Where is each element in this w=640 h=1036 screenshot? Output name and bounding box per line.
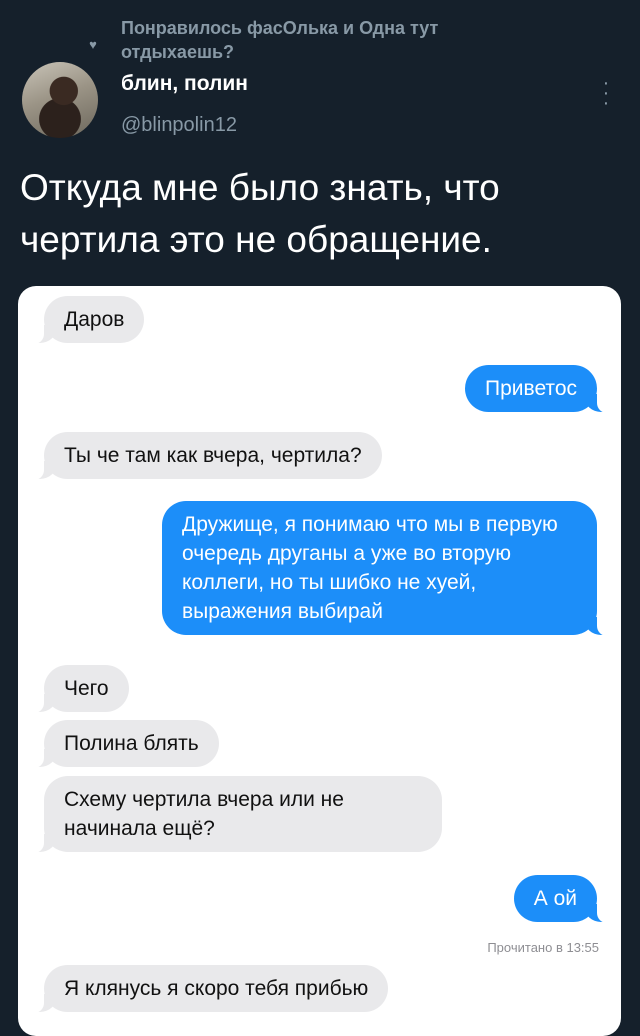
- tweet-text: Откуда мне было знать, что чертила это н…: [20, 167, 500, 260]
- more-vertical-icon[interactable]: · · ·: [600, 73, 612, 113]
- heart-icon: ♥: [89, 37, 97, 52]
- author-handle[interactable]: @blinpolin12: [121, 114, 237, 137]
- chat-message-in: Ты че там как вчера, чертила?: [34, 432, 382, 480]
- chat-message-out: Приветос: [465, 365, 607, 413]
- chat-message-out: Дружище, я понимаю что мы в первую очере…: [162, 501, 607, 636]
- chat-message-in: Я клянусь я скоро тебя прибью: [33, 965, 389, 1013]
- chat-message-in: Полина блять: [34, 720, 219, 768]
- liked-by-text: Понравилось фасОлька и Одна тут отдыхаеш…: [121, 18, 439, 62]
- chat-message-in: Схему чертила вчера или не начинала ещё?: [34, 776, 442, 853]
- attached-chat-screenshot[interactable]: Даров Приветос Ты че там как вчера, черт…: [18, 286, 621, 1036]
- avatar[interactable]: [22, 62, 98, 138]
- chat-message-in: Чего: [34, 665, 129, 713]
- read-receipt: Прочитано в 13:55: [487, 940, 599, 955]
- chat-message-out: А ой: [513, 875, 608, 923]
- author-display-name[interactable]: блин, полин: [121, 72, 248, 96]
- chat-message-in: Даров: [33, 296, 145, 344]
